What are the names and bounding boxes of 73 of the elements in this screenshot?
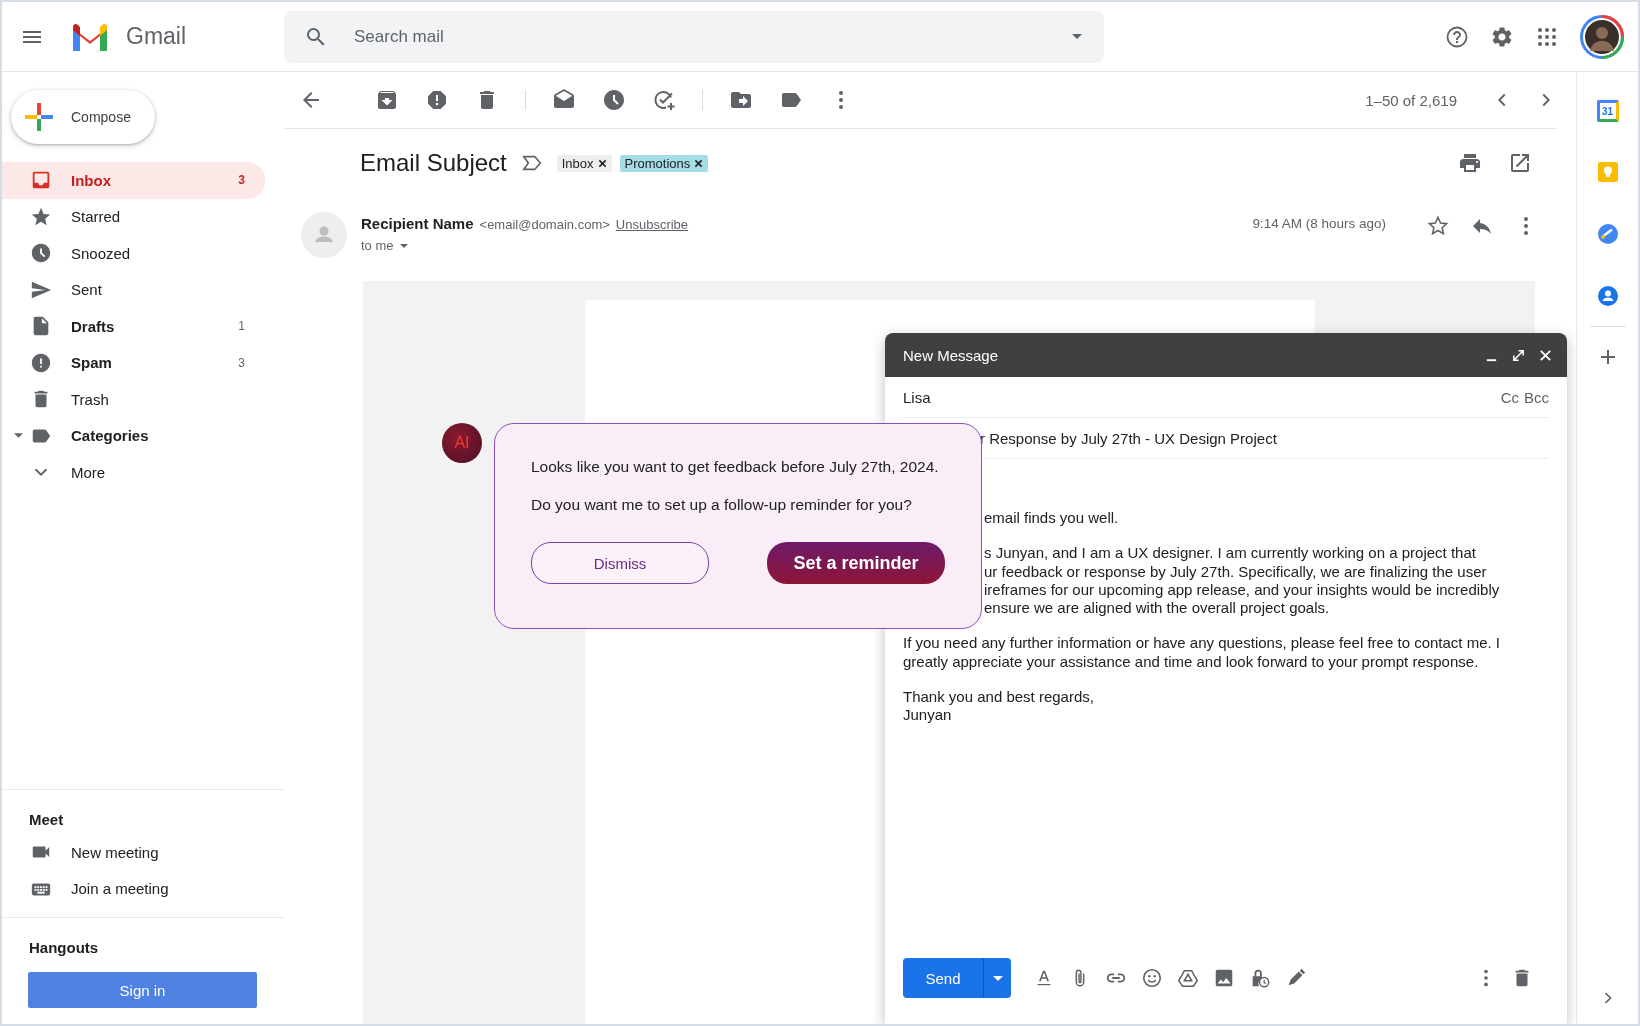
to-field[interactable]: Lisa: [903, 388, 931, 406]
add-task-icon[interactable]: [652, 88, 676, 112]
nav-item[interactable]: Drafts 1: [2, 308, 265, 345]
search-bar[interactable]: Search mail: [284, 10, 1104, 63]
expand-icon[interactable]: [1511, 347, 1526, 363]
message-text-line: ensure we are aligned with the overall project goals.: [983, 599, 1330, 618]
close-icon[interactable]: [1538, 347, 1553, 363]
report-spam-icon[interactable]: [425, 88, 449, 112]
plus-icon: [25, 103, 53, 131]
caret-icon: [399, 243, 408, 248]
person-icon[interactable]: [1595, 284, 1620, 308]
dismiss-button[interactable]: Dismiss: [531, 542, 709, 584]
compose-button[interactable]: Compose: [11, 90, 155, 144]
close-icon[interactable]: [597, 158, 607, 168]
nav-item[interactable]: More: [2, 454, 265, 491]
label-chip[interactable]: Inbox: [556, 154, 612, 172]
triangle-icon[interactable]: [1177, 967, 1199, 989]
alert-icon: [30, 351, 52, 374]
meet-item[interactable]: Join a meeting: [2, 870, 284, 907]
nav-item[interactable]: Snoozed: [2, 235, 265, 272]
sender-name: Recipient Name: [361, 215, 474, 232]
message-text-line: Junyan: [903, 706, 952, 725]
meet-item[interactable]: New meeting: [2, 834, 284, 871]
send-button[interactable]: Send: [903, 958, 983, 998]
star-icon[interactable]: [1426, 214, 1450, 238]
pagination-text: 1–50 of 2,619: [1365, 91, 1457, 109]
nav-item[interactable]: Starred: [2, 198, 265, 235]
message-text-line: greatly appreciate your assistance and time and look forward to your prompt response.: [903, 652, 1479, 672]
checkmark-circle-icon[interactable]: [1595, 222, 1620, 246]
clock-icon: [30, 242, 52, 265]
help-icon[interactable]: [1445, 24, 1469, 49]
send-options-button[interactable]: [983, 958, 1011, 998]
message-text-line: email finds you well.: [983, 509, 1119, 528]
print-icon[interactable]: [1458, 151, 1482, 175]
caret-icon[interactable]: [14, 433, 23, 439]
image-icon[interactable]: [1213, 967, 1235, 989]
popup-text: Do you want me to set up a follow-up reminder for you?: [531, 496, 912, 514]
close-icon[interactable]: [694, 158, 704, 168]
nav-item[interactable]: Inbox 3: [2, 162, 265, 199]
emoji-icon[interactable]: [1141, 967, 1163, 989]
nav-item[interactable]: Trash: [2, 381, 265, 418]
caret-icon[interactable]: [1072, 34, 1082, 39]
caret-icon: [992, 975, 1003, 981]
calendar-icon[interactable]: 31: [1596, 100, 1619, 122]
avatar[interactable]: [1580, 14, 1624, 59]
cc-link[interactable]: Cc: [1500, 388, 1519, 406]
email-time: 9:14 AM (8 hours ago): [1252, 216, 1386, 231]
section-title: Hangouts: [28, 937, 100, 958]
unsubscribe-link[interactable]: Unsubscribe: [615, 217, 689, 232]
app-name: Gmail: [126, 23, 187, 50]
compose-title: New Message: [903, 346, 999, 364]
set-reminder-button[interactable]: Set a reminder: [767, 542, 945, 584]
message-text-line: ireframes for our upcoming app release, and your insights would be incredibly: [983, 580, 1500, 600]
person-avatar-icon: [301, 212, 347, 258]
search-field[interactable]: Search mail: [352, 25, 1072, 48]
sender-address: <email@domain.com>: [479, 217, 610, 232]
archive-icon[interactable]: [375, 88, 399, 112]
sign-in-button[interactable]: Sign in: [28, 972, 257, 1008]
label-chip[interactable]: Promotions: [619, 154, 709, 172]
clock-icon[interactable]: [602, 88, 626, 112]
email-subject: Email Subject: [360, 149, 507, 177]
bcc-link[interactable]: Bcc: [1524, 388, 1549, 406]
message-text-line: Thank you and best regards,: [903, 688, 1094, 707]
envelope-logo-icon[interactable]: [70, 21, 110, 52]
section-title: Meet: [28, 809, 65, 830]
popup-text: Looks like you want to get feedback before July 27th, 2024.: [531, 458, 939, 476]
nav-item[interactable]: Spam 3: [2, 344, 265, 381]
open-in-new-window-icon[interactable]: [1508, 151, 1532, 175]
recipients-toggle[interactable]: to me: [361, 238, 408, 253]
settings-icon[interactable]: [1490, 24, 1514, 49]
nav-item[interactable]: Categories: [2, 417, 265, 454]
nav-item[interactable]: Sent: [2, 271, 265, 308]
message-text-line: If you need any further information or have any questions, please feel free to contact me. I: [903, 634, 1500, 653]
